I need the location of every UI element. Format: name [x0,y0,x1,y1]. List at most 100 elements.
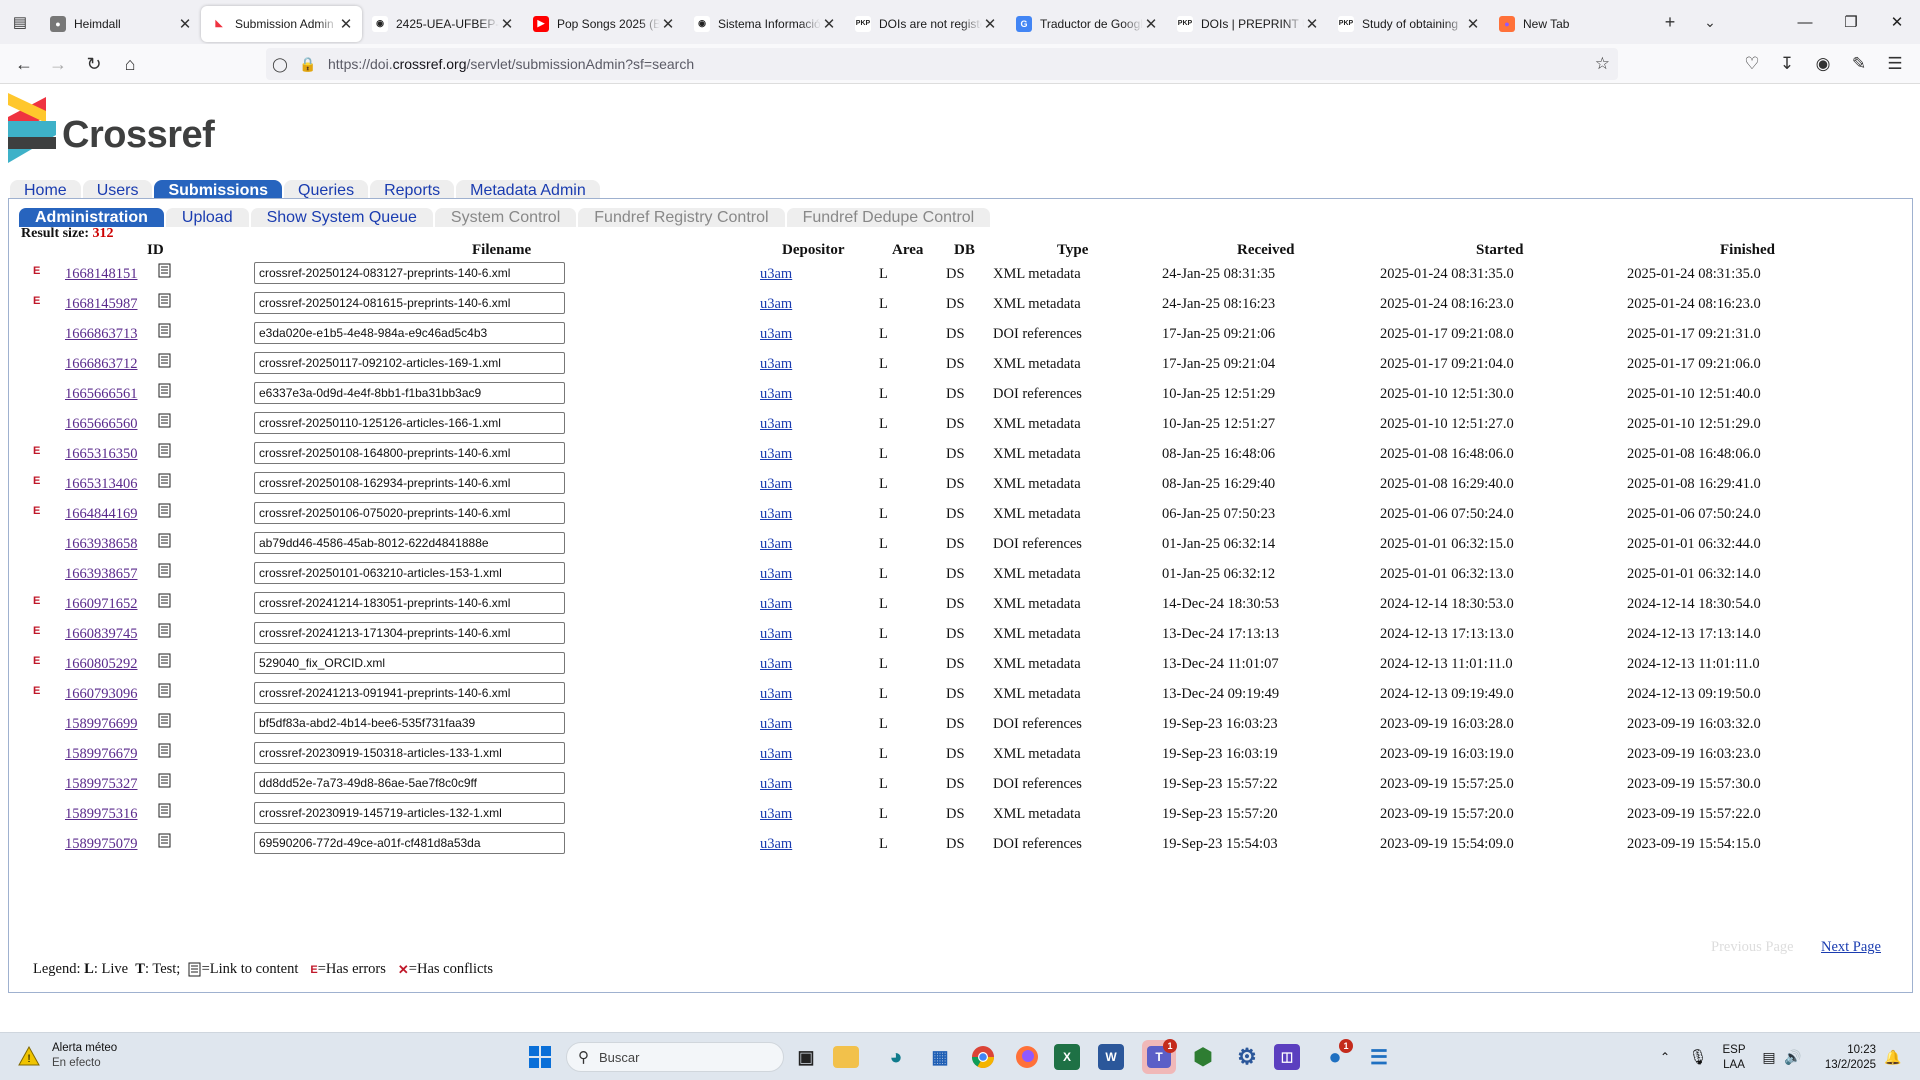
document-icon[interactable] [158,293,172,308]
submission-id-link[interactable]: 1665313406 [65,476,138,493]
browser-tab[interactable]: ● New Tab [1489,6,1650,42]
filename-field[interactable] [254,832,565,854]
submenu-show-system-queue[interactable]: Show System Queue [250,208,433,227]
restore-icon[interactable]: ❐ [1828,0,1874,44]
submenu-upload[interactable]: Upload [165,208,249,227]
depositor-link[interactable]: u3am [760,686,792,703]
close-tab-icon[interactable]: ✕ [1143,15,1159,33]
crossref-logo[interactable]: Crossref [8,93,215,163]
url-text[interactable]: https://doi.crossref.org/servlet/submiss… [328,56,694,72]
filename-field[interactable] [254,502,565,524]
depositor-link[interactable]: u3am [760,716,792,733]
clock[interactable]: 10:23 13/2/2025 [1812,1043,1876,1073]
filename-field[interactable] [254,562,565,584]
filename-field[interactable] [254,382,565,404]
document-icon[interactable] [158,713,172,728]
store-icon[interactable]: ▦ [923,1040,957,1074]
pocket-icon[interactable]: ♡ [1736,48,1768,80]
notification-bell-icon[interactable]: 🔔 [1882,1033,1904,1080]
document-icon[interactable] [158,593,172,608]
app-shield-icon[interactable]: ⬢ [1186,1040,1220,1074]
minimize-icon[interactable]: — [1782,0,1828,44]
document-icon[interactable] [158,473,172,488]
document-icon[interactable] [158,263,172,278]
submission-id-link[interactable]: 1589975079 [65,836,138,853]
document-icon[interactable] [158,413,172,428]
document-icon[interactable] [158,683,172,698]
firefox-icon[interactable] [1010,1040,1044,1074]
submission-id-link[interactable]: 1589976679 [65,746,138,763]
browser-tab[interactable]: PKP Study of obtaining ✕ [1328,6,1489,42]
depositor-link[interactable]: u3am [760,596,792,613]
submission-id-link[interactable]: 1589975327 [65,776,138,793]
network-icon[interactable]: ▤ [1758,1033,1780,1080]
submission-id-link[interactable]: 1668145987 [65,296,138,313]
submenu-administration[interactable]: Administration [19,208,164,227]
reload-icon[interactable]: ↻ [78,48,110,80]
filename-field[interactable] [254,742,565,764]
submission-id-link[interactable]: 1660839745 [65,626,138,643]
back-icon[interactable]: ← [8,48,40,80]
submission-id-link[interactable]: 1666863713 [65,326,138,343]
downloads-icon[interactable]: ↧ [1771,48,1803,80]
bookmark-star-icon[interactable]: ☆ [1595,54,1610,74]
submission-id-link[interactable]: 1589975316 [65,806,138,823]
lock-icon[interactable]: 🔒 [294,56,322,73]
depositor-link[interactable]: u3am [760,746,792,763]
close-tab-icon[interactable]: ✕ [338,15,354,33]
file-explorer-icon[interactable] [833,1046,859,1068]
word-icon[interactable]: W [1098,1044,1124,1070]
filename-field[interactable] [254,802,565,824]
filename-field[interactable] [254,712,565,734]
home-icon[interactable]: ⌂ [114,48,146,80]
language-indicator[interactable]: ESP LAA [1716,1043,1752,1073]
edge-icon[interactable]: ◕ [879,1040,913,1074]
app-menu-icon[interactable]: ☰ [1879,48,1911,80]
browser-tab[interactable]: ● Heimdall ✕ [40,6,201,42]
depositor-link[interactable]: u3am [760,416,792,433]
submission-id-link[interactable]: 1663938657 [65,566,138,583]
submission-id-link[interactable]: 1665666561 [65,386,138,403]
submission-id-link[interactable]: 1668148151 [65,266,138,283]
settings-gear-icon[interactable]: ⚙ [1230,1040,1264,1074]
filename-field[interactable] [254,262,565,284]
tracking-shield-icon[interactable]: ◯ [266,56,294,73]
document-icon[interactable] [158,623,172,638]
tray-chevron-icon[interactable]: ⌃ [1655,1033,1675,1080]
browser-tab[interactable]: ◉ Sistema Información ✕ [684,6,845,42]
start-icon[interactable] [523,1040,557,1074]
document-icon[interactable] [158,653,172,668]
excel-icon[interactable]: X [1054,1044,1080,1070]
depositor-link[interactable]: u3am [760,386,792,403]
filename-field[interactable] [254,592,565,614]
submission-id-link[interactable]: 1665316350 [65,446,138,463]
chrome-icon[interactable] [966,1040,1000,1074]
submission-id-link[interactable]: 1660805292 [65,656,138,673]
extensions-icon[interactable]: ✎ [1843,48,1875,80]
taskbar-search[interactable]: ⚲ Buscar [566,1042,784,1072]
close-tab-icon[interactable]: ✕ [1465,15,1481,33]
notepad-icon[interactable]: ☰ [1362,1040,1396,1074]
forward-icon[interactable]: → [42,48,74,80]
address-bar[interactable]: ◯ 🔒 https://doi.crossref.org/servlet/sub… [266,48,1618,80]
depositor-link[interactable]: u3am [760,776,792,793]
document-icon[interactable] [158,803,172,818]
depositor-link[interactable]: u3am [760,446,792,463]
close-tab-icon[interactable]: ✕ [1304,15,1320,33]
depositor-link[interactable]: u3am [760,326,792,343]
depositor-link[interactable]: u3am [760,296,792,313]
document-icon[interactable] [158,323,172,338]
browser-tab[interactable]: ◉ 2425-UEA-UFBEP-0 ✕ [362,6,523,42]
browser-tab[interactable]: ▶ Pop Songs 2025 (Be ✕ [523,6,684,42]
browser-tab[interactable]: G Traductor de Googl ✕ [1006,6,1167,42]
close-tab-icon[interactable]: ✕ [499,15,515,33]
browser-tab[interactable]: ◣ Submission Admin ✕ [201,5,362,42]
close-tab-icon[interactable]: ✕ [821,15,837,33]
document-icon[interactable] [158,383,172,398]
document-icon[interactable] [158,833,172,848]
filename-field[interactable] [254,652,565,674]
filename-field[interactable] [254,292,565,314]
browser-tab[interactable]: PKP DOIs are not registe ✕ [845,6,1006,42]
document-icon[interactable] [158,743,172,758]
document-icon[interactable] [158,353,172,368]
